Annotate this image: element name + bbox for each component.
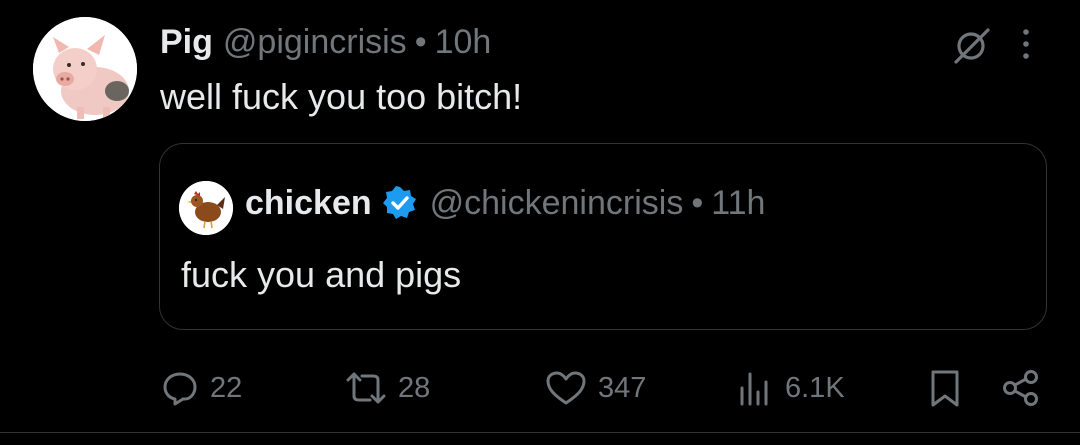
reply-button[interactable]: 22	[160, 360, 242, 416]
chicken-icon	[179, 181, 233, 235]
repost-button[interactable]: 28	[344, 360, 430, 416]
share-icon	[1003, 370, 1038, 406]
quoted-text: fuck you and pigs	[181, 254, 462, 295]
tweet-divider	[0, 432, 1080, 433]
like-count: 347	[598, 371, 647, 404]
tweet-text: well fuck you too bitch!	[160, 76, 523, 117]
repost-icon	[346, 372, 386, 404]
tweet-time[interactable]: 10h	[435, 23, 492, 62]
grok-icon[interactable]	[950, 24, 994, 68]
verified-badge-icon	[382, 186, 416, 219]
tweet-header: Pig @pigincrisis • 10h	[160, 20, 491, 64]
quoted-header: chicken @chickenincrisis • 11h	[245, 180, 765, 226]
author-name[interactable]: Pig	[160, 23, 213, 62]
heart-icon	[546, 371, 586, 405]
quoted-time[interactable]: 11h	[711, 184, 765, 223]
quoted-separator-dot: •	[691, 183, 704, 222]
reply-count: 22	[210, 371, 243, 404]
pig-icon	[33, 17, 137, 121]
bookmark-icon	[931, 370, 959, 407]
like-button[interactable]: 347	[544, 360, 646, 416]
share-button[interactable]	[1001, 360, 1041, 416]
chicken-avatar[interactable]	[179, 181, 233, 235]
quoted-author-handle[interactable]: @chickenincrisis	[430, 184, 684, 223]
bookmark-button[interactable]	[925, 360, 965, 416]
pig-avatar[interactable]	[33, 17, 137, 121]
quoted-tweet[interactable]: chicken @chickenincrisis • 11h fuck you …	[159, 143, 1047, 330]
author-handle[interactable]: @pigincrisis	[223, 23, 407, 62]
action-bar: 22 28 347 6.1K	[0, 360, 1080, 416]
tweet[interactable]: Pig @pigincrisis • 10h well fuck you too…	[0, 0, 1080, 445]
separator-dot: •	[414, 22, 427, 61]
views-button[interactable]: 6.1K	[735, 360, 845, 416]
quoted-author-name[interactable]: chicken	[245, 184, 372, 223]
reply-icon	[163, 372, 197, 406]
views-count: 6.1K	[785, 371, 845, 404]
more-options-icon[interactable]	[1014, 24, 1038, 64]
repost-count: 28	[398, 371, 431, 404]
views-chart-icon	[740, 372, 768, 406]
